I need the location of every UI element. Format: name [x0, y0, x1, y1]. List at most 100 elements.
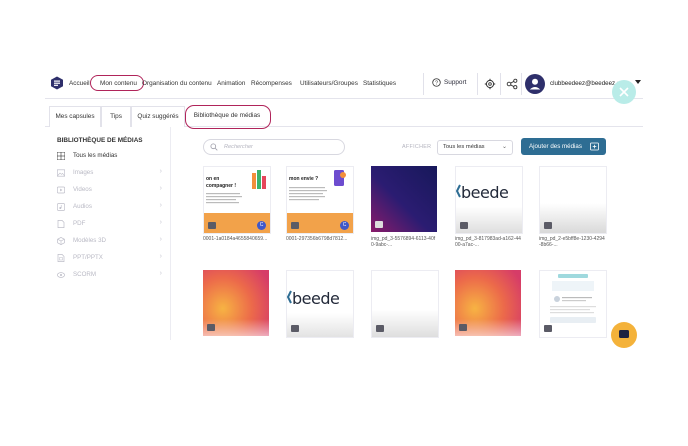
support-label: Support	[444, 79, 467, 86]
media-caption: img_pd_2-e5bff8e-1230-4294-8b66-...	[539, 236, 605, 248]
search-input[interactable]: Rechercher	[203, 139, 345, 155]
search-placeholder: Rechercher	[224, 144, 253, 150]
share-network-icon[interactable]	[506, 78, 518, 90]
add-media-button[interactable]: Ajouter des médias	[521, 138, 606, 155]
tab-quiz-suggeres[interactable]: Quiz suggérés	[131, 106, 185, 127]
capsule-badge: C	[340, 221, 349, 230]
nav-divider	[423, 73, 424, 95]
thumb-text: compagner !	[206, 183, 237, 189]
image-icon	[208, 222, 216, 229]
gear-icon[interactable]	[484, 78, 496, 90]
media-card[interactable]	[455, 270, 521, 336]
media-card[interactable]: beede	[286, 270, 354, 338]
chevron-down-icon: ⌄	[501, 144, 507, 150]
sidebar-item-pdf[interactable]: PDF ›	[57, 219, 162, 231]
close-overlay-button[interactable]	[612, 80, 636, 104]
media-caption: 0001-297356b6798d7812...	[286, 236, 348, 242]
chevron-right-icon: ›	[159, 270, 162, 277]
sidebar-item-label: SCORM	[73, 271, 97, 278]
sidebar-item-audios[interactable]: Audios ›	[57, 202, 162, 214]
cube-icon	[57, 237, 65, 245]
sidebar-item-modeles-3d[interactable]: Modèles 3D ›	[57, 236, 162, 248]
sidebar-title: BIBLIOTHÈQUE DE MÉDIAS	[57, 137, 143, 144]
chevron-right-icon: ›	[159, 219, 162, 226]
sidebar-item-tous-les-medias[interactable]: Tous les médias	[57, 151, 162, 163]
top-navigation: Accueil Mon contenu Organisation du cont…	[45, 70, 643, 99]
svg-text:?: ?	[435, 80, 438, 86]
sidebar-item-images[interactable]: Images ›	[57, 168, 162, 180]
sidebar-item-label: Videos	[73, 186, 92, 193]
image-icon	[544, 325, 552, 332]
media-card[interactable]	[539, 166, 607, 234]
image-icon	[376, 325, 384, 332]
chevron-right-icon: ›	[159, 236, 162, 243]
support-link[interactable]: ? Support	[432, 78, 466, 87]
tab-highlight-ring	[185, 105, 271, 129]
sidebar-item-scorm[interactable]: SCORM ›	[57, 270, 162, 282]
upload-media-icon	[590, 142, 599, 151]
help-circle-icon: ?	[432, 78, 441, 87]
content-tabs: Mes capsules Tips Quiz suggérés Biblioth…	[45, 105, 643, 129]
chevron-right-icon: ›	[159, 253, 162, 260]
media-card[interactable]: mon envie ? C	[286, 166, 354, 234]
nav-accueil[interactable]: Accueil	[69, 80, 90, 87]
presentation-icon	[57, 254, 65, 262]
thumb-text: beede	[292, 289, 340, 308]
audio-icon	[57, 203, 65, 211]
media-card[interactable]	[203, 270, 269, 336]
image-icon	[291, 222, 299, 229]
avatar	[525, 74, 545, 94]
media-sidebar: BIBLIOTHÈQUE DE MÉDIAS Tous les médias I…	[45, 127, 171, 340]
image-icon	[291, 325, 299, 332]
beedeez-logo[interactable]	[50, 76, 64, 90]
sidebar-item-label: Tous les médias	[73, 152, 118, 159]
media-card[interactable]	[539, 270, 607, 338]
sidebar-item-ppt[interactable]: PPT/PPTX ›	[57, 253, 162, 265]
grid-icon	[57, 152, 65, 160]
app-window: Accueil Mon contenu Organisation du cont…	[45, 70, 643, 340]
media-card[interactable]	[371, 166, 437, 232]
close-icon	[619, 87, 629, 97]
media-card[interactable]	[371, 270, 439, 338]
add-media-label: Ajouter des médias	[529, 143, 582, 150]
nav-utilisateurs-groupes[interactable]: Utilisateurs/Groupes	[300, 80, 358, 87]
chevron-right-icon: ›	[159, 185, 162, 192]
sidebar-item-label: Audios	[73, 203, 92, 210]
pdf-icon	[57, 220, 65, 228]
sidebar-item-label: PPT/PPTX	[73, 254, 103, 261]
thumb-text: mon envie ?	[289, 176, 319, 182]
chevron-right-icon: ›	[159, 168, 162, 175]
thumb-text: on en	[206, 176, 220, 182]
username: clubbeedeez@beedeez.c	[550, 80, 620, 87]
media-card[interactable]: on en compagner ! C	[203, 166, 271, 234]
search-icon	[210, 143, 218, 151]
nav-animation[interactable]: Animation	[217, 80, 245, 87]
tab-mes-capsules[interactable]: Mes capsules	[49, 106, 101, 127]
nav-divider	[477, 73, 478, 95]
image-icon	[207, 324, 215, 331]
chat-icon	[619, 330, 629, 338]
image-icon	[544, 222, 552, 229]
image-icon	[459, 324, 467, 331]
sidebar-item-label: Images	[73, 169, 94, 176]
media-caption: img_pd_3-817983ad-a162-4400-a7ac-...	[455, 236, 521, 248]
nav-highlight-ring	[90, 75, 144, 91]
tab-tips[interactable]: Tips	[101, 106, 131, 127]
user-icon	[529, 78, 541, 90]
nav-recompenses[interactable]: Récompenses	[251, 80, 292, 87]
chat-help-button[interactable]	[611, 322, 637, 348]
sidebar-item-label: Modèles 3D	[73, 237, 107, 244]
sidebar-item-videos[interactable]: Videos ›	[57, 185, 162, 197]
media-filter-value: Tous les médias	[443, 144, 485, 150]
nav-divider	[521, 73, 522, 95]
media-filter-select[interactable]: Tous les médias ⌄	[437, 140, 513, 155]
nav-statistiques[interactable]: Statistiques	[363, 80, 396, 87]
media-caption: 0001-1a0184a4655840659...	[203, 236, 268, 242]
video-icon	[57, 186, 65, 194]
scorm-icon	[57, 272, 65, 278]
sidebar-item-label: PDF	[73, 220, 86, 227]
nav-organisation[interactable]: Organisation du contenu	[142, 80, 212, 87]
afficher-label: AFFICHER	[402, 144, 432, 150]
media-card[interactable]: beede	[455, 166, 523, 234]
media-caption: img_pd_3-5576894-6113-40f0-9abc-...	[371, 236, 436, 248]
